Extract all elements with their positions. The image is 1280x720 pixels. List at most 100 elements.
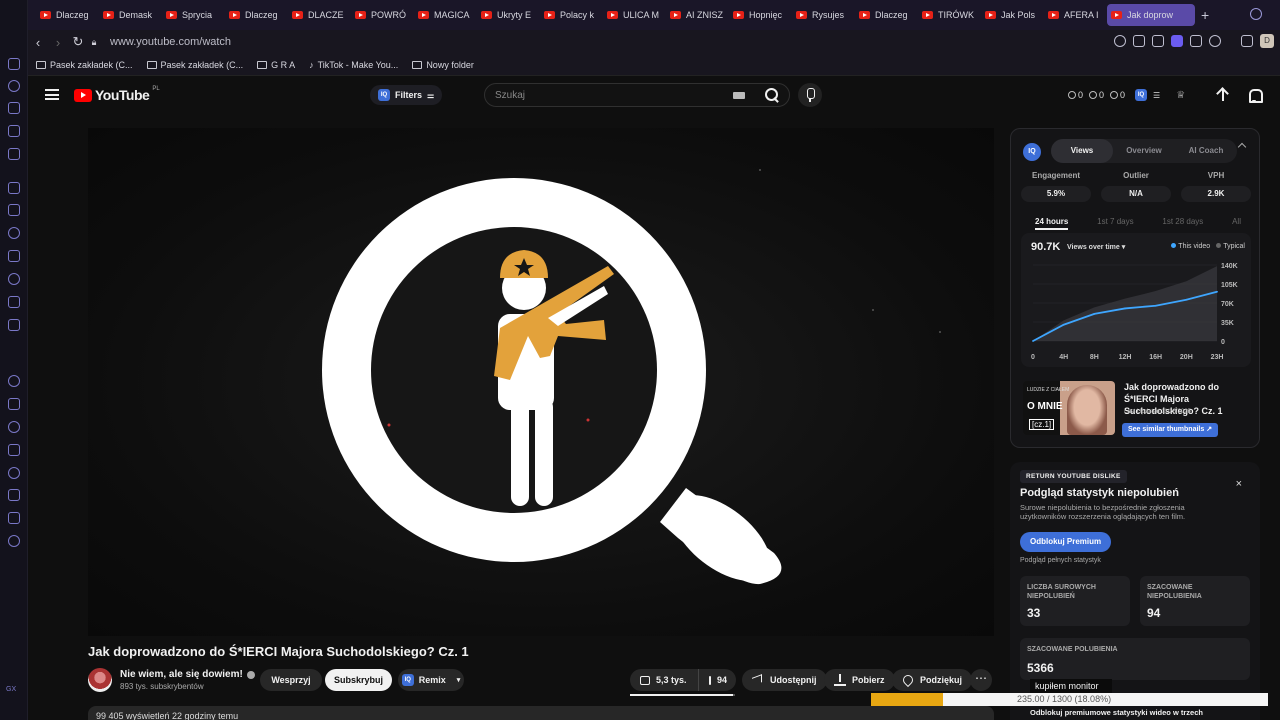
period-28d[interactable]: 1st 28 days: [1162, 217, 1203, 230]
browser-tab[interactable]: MAGICA: [414, 4, 477, 26]
snapshot-icon[interactable]: [1152, 35, 1164, 47]
sidebar-send-icon[interactable]: [8, 398, 20, 410]
channel-avatar[interactable]: [88, 668, 112, 692]
channel-name[interactable]: Nie wiem, ale się dowiem!: [120, 669, 243, 680]
browser-tab-active[interactable]: Jak doprow: [1107, 4, 1195, 26]
bookmark-folder[interactable]: Nowy folder: [412, 60, 474, 70]
sidebar-music-icon[interactable]: [8, 375, 20, 387]
video-player[interactable]: [88, 128, 994, 636]
browser-tab[interactable]: Hopnięc: [729, 4, 792, 26]
sidebar-instagram-icon[interactable]: [8, 273, 20, 285]
bookmark-folder[interactable]: G R A: [257, 60, 295, 70]
browser-tab[interactable]: Ukryty E: [477, 4, 540, 26]
remix-label: Remix: [418, 675, 446, 685]
browser-tab[interactable]: Demask: [99, 4, 162, 26]
list-icon[interactable]: ☰: [1153, 91, 1160, 100]
tab-views[interactable]: Views: [1051, 139, 1113, 163]
upload-icon[interactable]: [1216, 88, 1230, 102]
browser-tab[interactable]: Rysujes: [792, 4, 855, 26]
bookmark-tiktok[interactable]: ♪ TikTok - Make You...: [309, 60, 398, 70]
keyboard-icon[interactable]: [733, 92, 745, 99]
hamburger-menu-icon[interactable]: [45, 89, 59, 100]
subscribe-button[interactable]: Subskrybuj: [325, 669, 392, 691]
sidebar-heart-icon[interactable]: [8, 421, 20, 433]
sidebar-telegram-icon[interactable]: [8, 250, 20, 262]
sidebar-messenger-icon[interactable]: [8, 148, 20, 160]
sidebar-download-icon[interactable]: [8, 489, 20, 501]
new-tab-button[interactable]: +: [1201, 7, 1209, 23]
url-field[interactable]: www.youtube.com/watch: [110, 36, 231, 48]
remix-button[interactable]: IQ Remix ▾: [398, 669, 464, 691]
voice-search-icon[interactable]: [798, 83, 822, 107]
zoom-icon[interactable]: [1114, 35, 1126, 47]
back-button[interactable]: ‹: [28, 35, 48, 50]
sidebar-bag-icon[interactable]: [8, 102, 20, 114]
browser-tab[interactable]: Jak Pols: [981, 4, 1044, 26]
trophy-icon[interactable]: ♕: [1176, 90, 1185, 101]
period-all[interactable]: All: [1232, 217, 1241, 230]
vidiq-logo: IQ: [1023, 143, 1041, 161]
browser-tab[interactable]: AFERA I: [1044, 4, 1107, 26]
tab-label: POWRÓ: [371, 10, 406, 20]
reload-button[interactable]: ↻: [68, 34, 88, 50]
like-button[interactable]: 5,3 tys.: [630, 669, 698, 691]
dislike-button[interactable]: 94: [698, 669, 736, 691]
similar-thumbnails-button[interactable]: See similar thumbnails ↗: [1122, 423, 1219, 437]
shield-icon[interactable]: [1171, 35, 1183, 47]
sidebar-clock-icon[interactable]: [8, 467, 20, 479]
browser-tab[interactable]: AI ZNISZ: [666, 4, 729, 26]
browser-tab[interactable]: DLACZE: [288, 4, 351, 26]
sidebar-app-icon[interactable]: [8, 182, 20, 194]
bookmark-folder[interactable]: Pasek zakładek (C...: [36, 60, 133, 70]
tab-search-icon[interactable]: [1250, 8, 1262, 20]
sidebar-home-icon[interactable]: [8, 58, 20, 70]
more-actions-button[interactable]: ⋯: [970, 669, 992, 691]
sidebar-history-icon[interactable]: [8, 80, 20, 92]
close-icon[interactable]: ×: [1236, 478, 1242, 490]
browser-tab[interactable]: Polacy k: [540, 4, 603, 26]
sidebar-wallet-icon[interactable]: [8, 444, 20, 456]
bookmark-folder[interactable]: Pasek zakładek (C...: [146, 60, 243, 70]
video-thumbnail[interactable]: LUDZIE Z CIAŁEM O MNIE [cz.1]: [1023, 381, 1115, 435]
period-24h[interactable]: 24 hours: [1035, 217, 1069, 230]
sidebar-settings-icon[interactable]: [8, 535, 20, 547]
send-icon[interactable]: [1190, 35, 1202, 47]
channel-name-row[interactable]: Nie wiem, ale się dowiem!: [120, 669, 255, 680]
iq-button[interactable]: IQ: [1135, 89, 1148, 101]
search-input[interactable]: Szukaj: [484, 83, 790, 107]
sidebar-discord-icon[interactable]: [8, 319, 20, 331]
search-icon[interactable]: [765, 88, 779, 102]
sidebar-extensions-icon[interactable]: [8, 512, 20, 524]
browser-tab[interactable]: Dlaczeg: [855, 4, 918, 26]
download-button[interactable]: Pobierz: [824, 669, 895, 691]
browser-tab[interactable]: Dlaczeg: [225, 4, 288, 26]
tab-ai-coach[interactable]: AI Coach: [1175, 139, 1237, 163]
description-box[interactable]: 99 405 wyświetleń 22 godziny temu: [88, 706, 994, 720]
heart-icon[interactable]: [1209, 35, 1221, 47]
notifications-icon[interactable]: [1247, 88, 1263, 103]
sidebar-x-icon[interactable]: [8, 296, 20, 308]
browser-tab[interactable]: ULICA M: [603, 4, 666, 26]
sidebar-twitch-icon[interactable]: [8, 204, 20, 216]
thanks-button[interactable]: Podziękuj: [892, 669, 973, 691]
period-7d[interactable]: 1st 7 days: [1097, 217, 1133, 230]
sidebar-messenger-chat-icon[interactable]: [8, 227, 20, 239]
filters-button[interactable]: IQ Filters ⚌: [370, 85, 443, 105]
this-video-point: [1154, 304, 1157, 307]
browser-tab[interactable]: TIRÓWK: [918, 4, 981, 26]
browser-tab[interactable]: Dlaczeg: [36, 4, 99, 26]
extensions-icon[interactable]: [1241, 35, 1253, 47]
unlock-premium-button[interactable]: Odblokuj Premium: [1020, 532, 1112, 552]
support-button[interactable]: Wesprzyj: [260, 669, 322, 691]
browser-tab[interactable]: POWRÓ: [351, 4, 414, 26]
tab-overview[interactable]: Overview: [1113, 139, 1175, 163]
stat-raw-dislikes: LICZBA SUROWYCH NIEPOLUBIEŃ 33: [1020, 576, 1130, 626]
collapse-chevron-icon[interactable]: [1237, 142, 1247, 152]
profile-avatar[interactable]: D: [1260, 34, 1274, 48]
sidebar-player-icon[interactable]: [8, 125, 20, 137]
share-button[interactable]: Udostępnij: [742, 669, 827, 691]
youtube-logo[interactable]: YouTube PL: [74, 86, 160, 103]
pin-icon[interactable]: [1133, 35, 1145, 47]
browser-tab[interactable]: Sprycia: [162, 4, 225, 26]
forward-button[interactable]: ›: [48, 35, 68, 50]
